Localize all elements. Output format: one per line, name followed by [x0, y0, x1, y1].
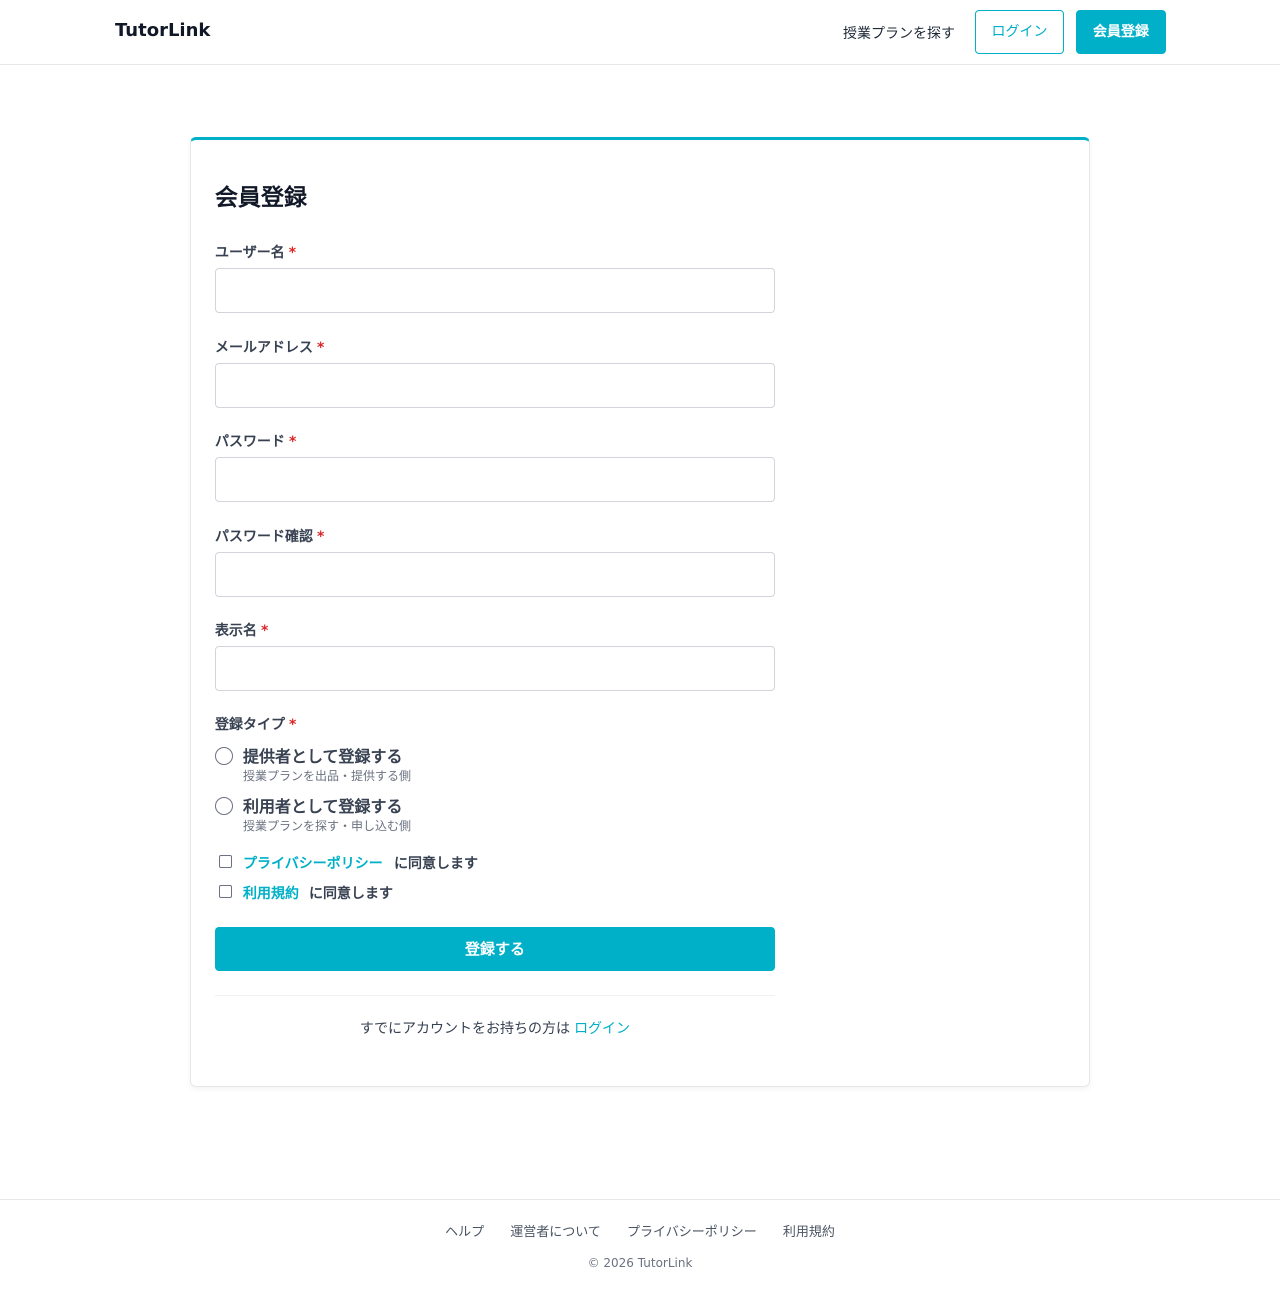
register-card: 会員登録 ユーザー名 * メールアドレス * パスワード * パスワード確認 * 表示名…: [190, 137, 1090, 1087]
terms-link[interactable]: 利用規約: [243, 883, 299, 903]
required-mark: *: [317, 340, 325, 356]
radio-option-provider[interactable]: 提供者として登録する 授業プランを出品・提供する側: [215, 743, 775, 787]
submit-register-button[interactable]: 登録する: [215, 927, 775, 971]
nav-find-plans-link[interactable]: 授業プランを探す: [843, 23, 955, 43]
agreement-text: に同意します: [394, 856, 478, 872]
email-input[interactable]: [215, 363, 775, 408]
email-label: メールアドレス *: [215, 340, 325, 356]
required-mark: *: [289, 717, 297, 733]
footer-link-privacy[interactable]: プライバシーポリシー: [627, 1225, 757, 1240]
required-mark: *: [261, 623, 269, 639]
page-title: 会員登録: [215, 185, 307, 211]
password-confirm-label: パスワード確認 *: [215, 529, 325, 545]
registration-type-label: 登録タイプ *: [215, 717, 297, 733]
existing-account-text: すでにアカウントをお持ちの方は: [359, 1021, 571, 1037]
password-label: パスワード *: [215, 434, 297, 450]
required-mark: *: [288, 245, 297, 261]
header-register-button[interactable]: 会員登録: [1076, 10, 1166, 54]
brand-logo[interactable]: TutorLink: [115, 20, 210, 41]
radio-option-title: 利用者として登録する: [243, 797, 403, 816]
footer-links: ヘルプ 運営者について プライバシーポリシー 利用規約: [0, 1221, 1280, 1240]
footer-link-help[interactable]: ヘルプ: [445, 1225, 484, 1240]
existing-account-prompt: すでにアカウントをお持ちの方は ログイン: [215, 1018, 775, 1038]
copyright: © 2026 TutorLink: [587, 1256, 693, 1270]
password-confirm-input[interactable]: [215, 552, 775, 597]
required-mark: *: [289, 434, 297, 450]
radio-option-title: 提供者として登録する: [243, 747, 403, 766]
terms-agreement-checkbox[interactable]: [219, 885, 232, 898]
radio-option-description: 授業プランを出品・提供する側: [243, 769, 412, 783]
display-name-label: 表示名 *: [215, 623, 269, 639]
password-input[interactable]: [215, 457, 775, 502]
site-header: TutorLink 授業プランを探す ログイン 会員登録: [0, 0, 1280, 65]
required-mark: *: [317, 529, 325, 545]
privacy-policy-link[interactable]: プライバシーポリシー: [243, 853, 383, 873]
username-input[interactable]: [215, 268, 775, 313]
radio-option-description: 授業プランを探す・申し込む側: [243, 819, 412, 833]
username-label: ユーザー名 *: [215, 245, 297, 261]
agreement-text: に同意します: [309, 886, 393, 902]
privacy-agreement-checkbox[interactable]: [219, 855, 232, 868]
divider: [215, 995, 775, 996]
site-footer: ヘルプ 運営者について プライバシーポリシー 利用規約 © 2026 Tutor…: [0, 1199, 1280, 1294]
display-name-input[interactable]: [215, 646, 775, 691]
radio-button[interactable]: [215, 747, 233, 765]
radio-option-user[interactable]: 利用者として登録する 授業プランを探す・申し込む側: [215, 793, 775, 837]
radio-button[interactable]: [215, 797, 233, 815]
footer-link-terms[interactable]: 利用規約: [783, 1225, 835, 1240]
header-login-button[interactable]: ログイン: [975, 10, 1064, 54]
footer-link-about[interactable]: 運営者について: [510, 1225, 601, 1240]
login-link[interactable]: ログイン: [574, 1021, 630, 1037]
